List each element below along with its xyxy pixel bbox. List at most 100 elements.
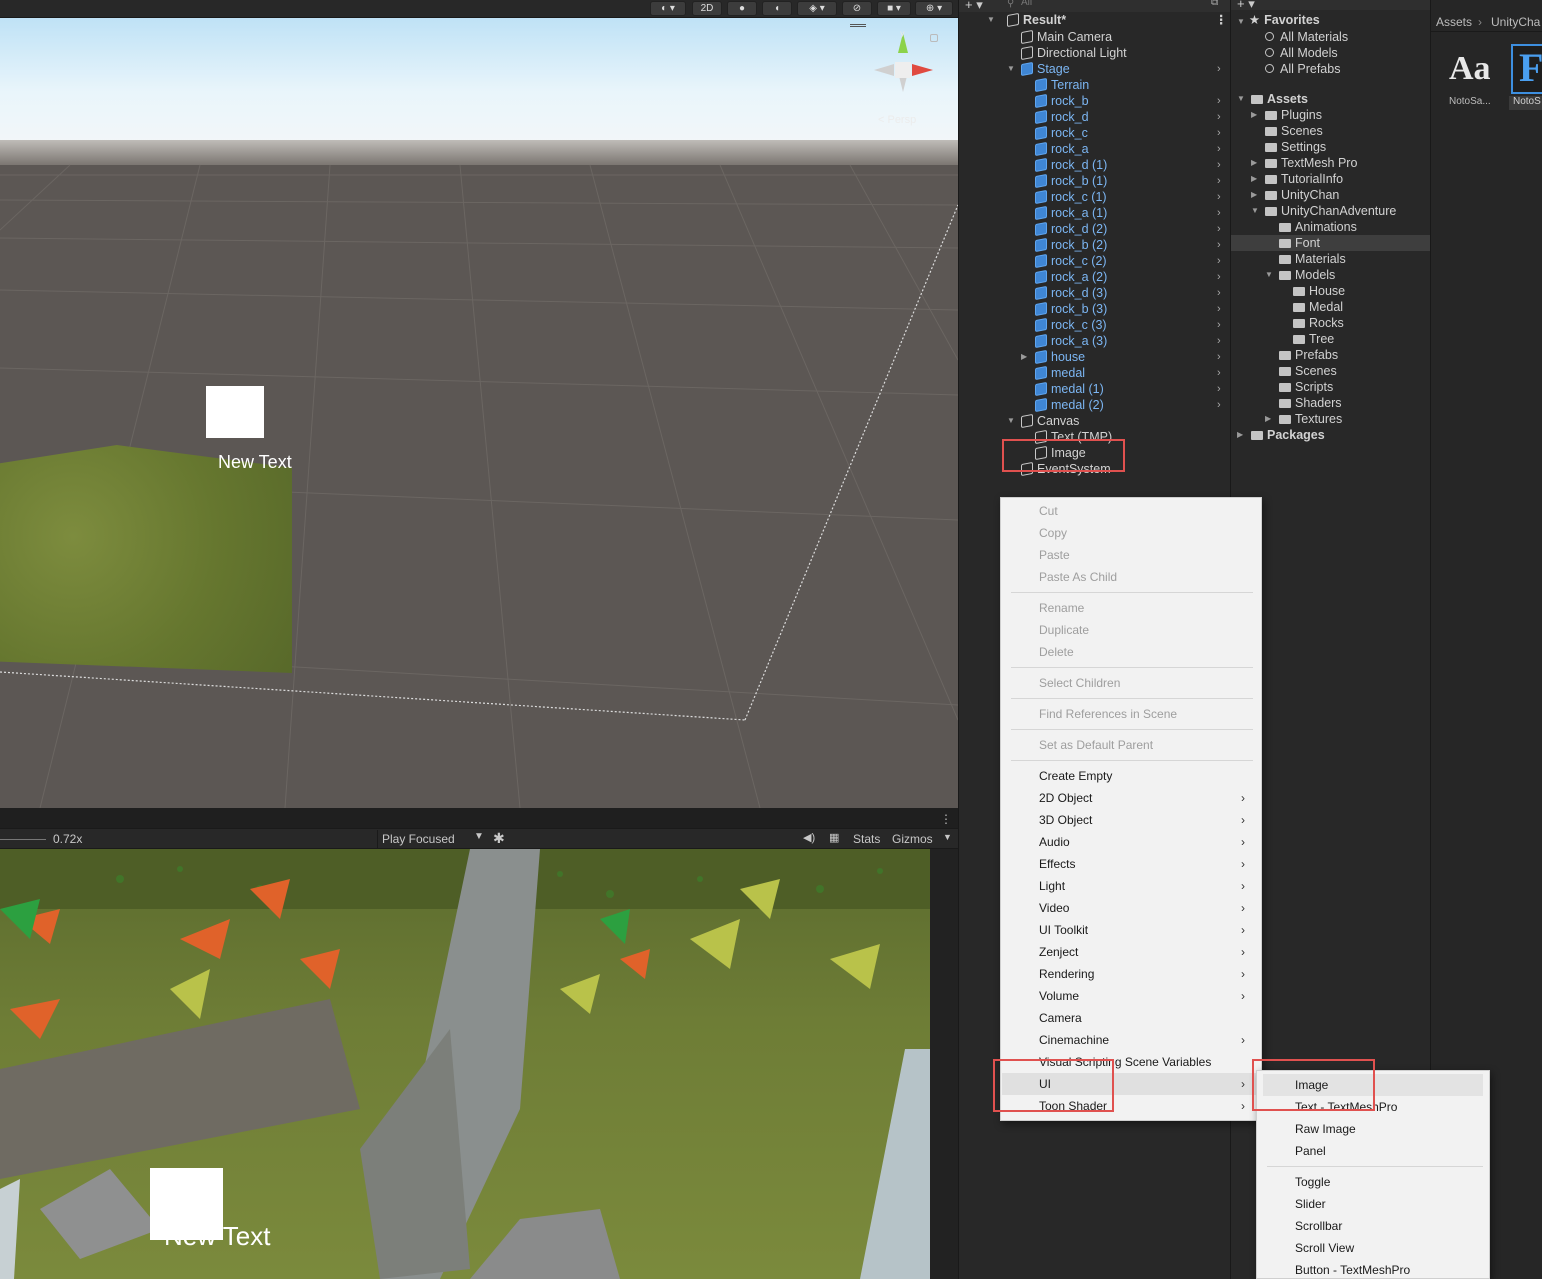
hierarchy-item[interactable]: ▼ Canvas [1007,413,1231,429]
menu-item[interactable]: UI Toolkit [1039,919,1088,941]
project-folder-item[interactable]: Scenes [1279,363,1337,379]
gizmos-button[interactable]: Gizmos [892,832,933,846]
hierarchy-item[interactable]: rock_a (3) › [1035,333,1231,349]
chevron-right-icon[interactable]: › [1217,365,1225,381]
project-folder-item[interactable]: Tree [1293,331,1334,347]
project-folder-item[interactable]: ▶ Packages [1237,427,1325,443]
expand-arrow-icon[interactable]: ▼ [1237,91,1247,107]
expand-arrow-icon[interactable]: ▶ [1251,155,1261,171]
menu-item[interactable]: Create Empty [1039,765,1112,787]
font-asset-preview[interactable]: Aa [1449,50,1491,88]
submenu-item[interactable]: Toggle [1295,1171,1330,1193]
menu-item[interactable]: Effects [1039,853,1075,875]
expand-arrow-icon[interactable]: ▶ [1265,411,1275,427]
selected-asset-tile[interactable]: F [1511,44,1542,94]
asset-label[interactable]: NotoSa... [1449,96,1491,107]
menu-item[interactable]: Audio [1039,831,1070,853]
project-folder-item[interactable]: Shaders [1279,395,1342,411]
lighting-toggle-icon[interactable]: ● [727,1,757,16]
toggle-2d-button[interactable]: 2D [692,1,722,16]
expand-arrow-icon[interactable]: ▶ [1251,187,1261,203]
lock-icon[interactable]: ⧉ [1211,0,1218,8]
favorite-item[interactable]: All Prefabs [1265,61,1340,77]
hierarchy-item[interactable]: rock_b (1) › [1035,173,1231,189]
project-folder-item[interactable]: ▶ TutorialInfo [1251,171,1343,187]
expand-arrow-icon[interactable]: ▼ [1237,17,1245,26]
chevron-right-icon[interactable]: › [1217,157,1225,173]
project-folder-item[interactable]: Scenes [1265,123,1323,139]
chevron-right-icon[interactable]: › [1217,301,1225,317]
draw-mode-button[interactable]: ◐ ▾ [650,1,686,16]
stats-button[interactable]: Stats [853,832,880,846]
scene-ui-text[interactable]: New Text [218,452,292,473]
chevron-right-icon[interactable]: › [1217,189,1225,205]
scene-view[interactable]: New Text ◐ ▾ 2D ● ◖ ◈ ▾ ⊘ ■ ▾ ⊕ ▾ y < Pe… [0,0,958,808]
lock-icon[interactable] [930,34,938,42]
expand-arrow-icon[interactable]: ▶ [1237,427,1247,443]
menu-item[interactable]: Video [1039,897,1069,919]
project-folder-item[interactable]: ▶ TextMesh Pro [1251,155,1357,171]
hierarchy-search-input[interactable]: All [1021,0,1032,8]
menu-item[interactable]: 2D Object [1039,787,1092,809]
submenu-item[interactable]: Slider [1295,1193,1326,1215]
hierarchy-context-menu[interactable]: Cut Copy Paste Paste As Child Rename Duplicat… [1000,497,1262,1121]
project-folder-item[interactable]: ▶ Plugins [1251,107,1322,123]
chevron-right-icon[interactable]: › [1217,173,1225,189]
kebab-menu-icon[interactable]: ⋮ [1215,12,1228,28]
hierarchy-item[interactable]: rock_c (1) › [1035,189,1231,205]
persp-label[interactable]: < Persp [878,114,916,126]
submenu-item[interactable]: Scroll View [1295,1237,1354,1259]
kebab-menu-icon[interactable]: ⋮ [940,812,952,826]
project-folder-item[interactable]: Scripts [1279,379,1333,395]
submenu-item[interactable]: Raw Image [1295,1118,1356,1140]
expand-arrow-icon[interactable]: ▶ [1251,107,1261,123]
hierarchy-item[interactable]: rock_d (2) › [1035,221,1231,237]
hierarchy-item[interactable]: rock_d (1) › [1035,157,1231,173]
favorite-item[interactable]: All Materials [1265,29,1348,45]
submenu-item[interactable]: Scrollbar [1295,1215,1342,1237]
expand-arrow-icon[interactable]: ▶ [1021,349,1031,365]
chevron-right-icon[interactable]: › [1217,125,1225,141]
chevron-right-icon[interactable]: › [1217,381,1225,397]
hierarchy-item[interactable]: ▶ house › [1021,349,1231,365]
play-mode-dropdown[interactable]: Play Focused ▼ [377,830,485,848]
asset-label[interactable]: NotoS [1509,96,1542,110]
hierarchy-item[interactable]: rock_d › [1035,109,1231,125]
menu-item[interactable]: Camera [1039,1007,1082,1029]
chevron-right-icon[interactable]: › [1217,93,1225,109]
chevron-right-icon[interactable]: › [1217,333,1225,349]
chevron-right-icon[interactable]: › [1217,221,1225,237]
chevron-right-icon[interactable]: › [1217,205,1225,221]
project-folder-item[interactable]: Animations [1279,219,1357,235]
visibility-toggle-icon[interactable]: ⊘ [842,1,872,16]
hierarchy-item[interactable]: rock_b (2) › [1035,237,1231,253]
hierarchy-item[interactable]: ▼ Stage › [1007,61,1231,77]
chevron-right-icon[interactable]: › [1217,269,1225,285]
hierarchy-item[interactable]: rock_a › [1035,141,1231,157]
chevron-right-icon[interactable]: › [1217,317,1225,333]
project-folder-item[interactable]: ▼ UnityChanAdventure [1251,203,1396,219]
expand-arrow-icon[interactable]: ▼ [1007,61,1017,77]
expand-arrow-icon[interactable]: ▼ [987,12,997,28]
expand-arrow-icon[interactable]: ▼ [1007,413,1017,429]
game-render[interactable]: New Text [0,849,930,1279]
project-folder-item[interactable]: Medal [1293,299,1343,315]
scene-terrain[interactable] [0,445,292,673]
project-folder-item[interactable]: Settings [1265,139,1326,155]
expand-arrow-icon[interactable]: ▼ [1251,203,1261,219]
hierarchy-item[interactable]: Main Camera [1021,29,1231,45]
project-folder-item[interactable]: ▼ Models [1265,267,1335,283]
chevron-right-icon[interactable]: › [1217,397,1225,413]
project-folder-item[interactable]: Prefabs [1279,347,1338,363]
menu-item[interactable]: Rendering [1039,963,1094,985]
hierarchy-item[interactable]: rock_c (3) › [1035,317,1231,333]
project-folder-item[interactable]: Materials [1279,251,1346,267]
game-scrollbar[interactable] [930,849,958,1279]
project-folder-item[interactable]: ▶ UnityChan [1251,187,1339,203]
chevron-right-icon[interactable]: › [1217,349,1225,365]
gizmos-dropdown-icon[interactable]: ▼ [943,832,952,842]
project-folder-item[interactable]: House [1293,283,1345,299]
hierarchy-item[interactable]: rock_b (3) › [1035,301,1231,317]
hierarchy-item[interactable]: medal (2) › [1035,397,1231,413]
scene-ui-image[interactable] [206,386,264,438]
